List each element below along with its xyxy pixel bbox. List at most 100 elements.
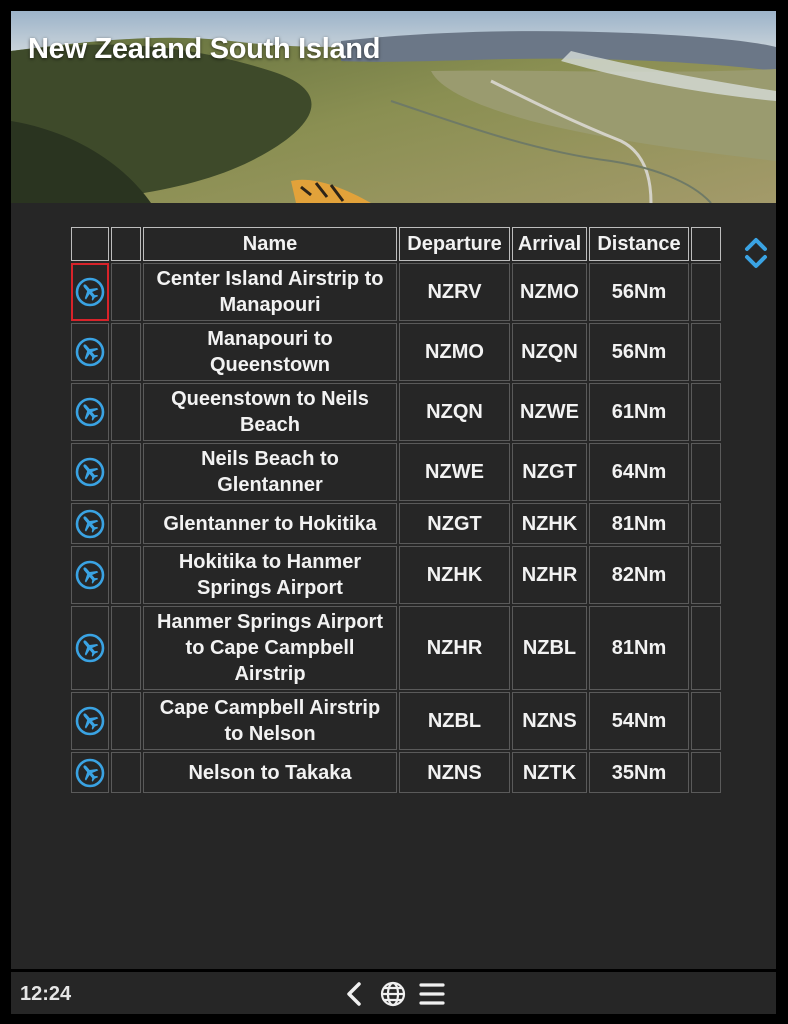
table-header-row: Name Departure Arrival Distance [71,227,721,261]
chevron-down-icon[interactable] [744,253,768,271]
end-cell [691,383,721,441]
leg-departure: NZGT [399,503,510,544]
table-row[interactable]: Neils Beach to Glentanner NZWE NZGT 64Nm [71,443,721,501]
fly-leg-button[interactable] [71,263,109,321]
blank-cell [111,546,141,604]
end-cell [691,503,721,544]
leg-departure: NZNS [399,752,510,793]
leg-distance: 54Nm [589,692,689,750]
fly-leg-button[interactable] [71,692,109,750]
airplane-icon [72,509,108,539]
header-arrival[interactable]: Arrival [512,227,587,261]
leg-distance: 64Nm [589,443,689,501]
end-cell [691,263,721,321]
blank-cell [111,692,141,750]
airplane-icon [72,560,108,590]
chevron-up-icon[interactable] [744,235,768,253]
fly-leg-button[interactable] [71,752,109,793]
blank-cell [111,606,141,690]
airplane-icon [72,397,108,427]
leg-distance: 82Nm [589,546,689,604]
table-row[interactable]: Nelson to Takaka NZNS NZTK 35Nm [71,752,721,793]
header-icon-col [71,227,109,261]
scroll-controls [744,235,768,271]
airplane-icon [72,758,108,788]
leg-arrival: NZTK [512,752,587,793]
leg-distance: 35Nm [589,752,689,793]
tablet-device: New Zealand South Island Name Departure … [0,0,788,1024]
leg-arrival: NZHR [512,546,587,604]
end-cell [691,323,721,381]
fly-leg-button[interactable] [71,503,109,544]
fly-leg-button[interactable] [71,606,109,690]
leg-arrival: NZHK [512,503,587,544]
leg-name: Nelson to Takaka [143,752,397,793]
back-arrow-icon[interactable] [344,980,364,1008]
fly-leg-button[interactable] [71,323,109,381]
status-bar: 12:24 [11,972,776,1014]
airplane-icon [72,706,108,736]
fly-leg-button[interactable] [71,383,109,441]
leg-name: Hanmer Springs Airport to Cape Campbell … [143,606,397,690]
header-name[interactable]: Name [143,227,397,261]
leg-distance: 81Nm [589,503,689,544]
leg-name: Cape Campbell Airstrip to Nelson [143,692,397,750]
leg-departure: NZBL [399,692,510,750]
leg-name: Queenstown to Neils Beach [143,383,397,441]
header-blank-col [111,227,141,261]
fly-leg-button[interactable] [71,546,109,604]
leg-name: Manapouri to Queenstown [143,323,397,381]
leg-arrival: NZGT [512,443,587,501]
leg-departure: NZRV [399,263,510,321]
leg-departure: NZQN [399,383,510,441]
airplane-icon [72,457,108,487]
blank-cell [111,503,141,544]
leg-distance: 56Nm [589,263,689,321]
table-row[interactable]: Center Island Airstrip to Manapouri NZRV N… [71,263,721,321]
leg-departure: NZHK [399,546,510,604]
leg-arrival: NZNS [512,692,587,750]
leg-name: Center Island Airstrip to Manapouri [143,263,397,321]
leg-name: Glentanner to Hokitika [143,503,397,544]
leg-name: Neils Beach to Glentanner [143,443,397,501]
globe-icon[interactable] [379,980,407,1008]
clock: 12:24 [20,983,72,1005]
table-row[interactable]: Manapouri to Queenstown NZMO NZQN 56Nm [71,323,721,381]
leg-departure: NZHR [399,606,510,690]
menu-icon[interactable] [418,980,446,1008]
leg-name: Hokitika to Hanmer Springs Airport [143,546,397,604]
header-departure[interactable]: Departure [399,227,510,261]
airplane-icon [72,633,108,663]
table-row[interactable]: Hanmer Springs Airport to Cape Campbell … [71,606,721,690]
header-banner: New Zealand South Island [11,11,776,203]
end-cell [691,692,721,750]
blank-cell [111,383,141,441]
page-title: New Zealand South Island [28,33,381,65]
leg-distance: 81Nm [589,606,689,690]
end-cell [691,606,721,690]
table-row[interactable]: Cape Campbell Airstrip to Nelson NZBL NZNS… [71,692,721,750]
end-cell [691,443,721,501]
table-row[interactable]: Queenstown to Neils Beach NZQN NZWE 61Nm [71,383,721,441]
table-row[interactable]: Glentanner to Hokitika NZGT NZHK 81Nm [71,503,721,544]
leg-departure: NZWE [399,443,510,501]
fly-leg-button[interactable] [71,443,109,501]
leg-arrival: NZQN [512,323,587,381]
header-distance[interactable]: Distance [589,227,689,261]
leg-arrival: NZBL [512,606,587,690]
airplane-icon [72,277,108,307]
flight-legs-table: Name Departure Arrival Distance Center I… [69,225,723,795]
app-screen: New Zealand South Island Name Departure … [11,11,776,969]
airplane-icon [72,337,108,367]
leg-arrival: NZWE [512,383,587,441]
blank-cell [111,263,141,321]
leg-distance: 56Nm [589,323,689,381]
table-row[interactable]: Hokitika to Hanmer Springs Airport NZHK NZ… [71,546,721,604]
blank-cell [111,752,141,793]
blank-cell [111,323,141,381]
leg-arrival: NZMO [512,263,587,321]
leg-departure: NZMO [399,323,510,381]
leg-distance: 61Nm [589,383,689,441]
end-cell [691,546,721,604]
end-cell [691,752,721,793]
